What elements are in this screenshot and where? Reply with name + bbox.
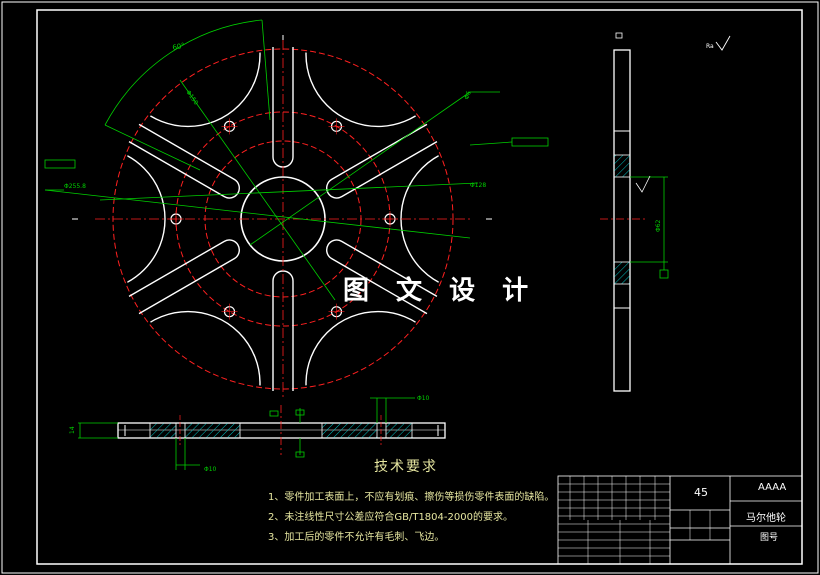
datum-marker-top-a (269, 410, 279, 417)
side-outline (613, 49, 631, 392)
drawing-number-label: 图号 (760, 533, 779, 543)
side-top-marker (615, 32, 623, 39)
dim-diag-top (179, 79, 336, 301)
locking-arc (305, 51, 451, 128)
requirement-item: 2、未注线性尺寸公差应符合GB/T1804-2000的要求。 (268, 512, 513, 523)
hatch-region-3 (321, 422, 378, 439)
dim-line-left (44, 189, 471, 239)
datum-box-right (511, 137, 549, 147)
locking-arc (115, 51, 261, 128)
drawing-code: AAAA (758, 482, 787, 493)
dia-left-label: Φ255.8 (64, 183, 86, 190)
requirement-item: 3、加工后的零件不允许有毛刺、飞边。 (268, 532, 445, 543)
side-datum-box (659, 269, 669, 279)
dia-bottom-right-label: Φ10 (417, 395, 430, 402)
part-name: 马尔他轮 (746, 513, 786, 524)
angle-ext-right (261, 19, 271, 121)
watermark-text: 图 文 设 计 (343, 276, 538, 306)
front-view: 60° Φ255.8 Φ128 Φ150 Φ6 (44, 19, 549, 400)
angle-label: 60° (172, 42, 186, 52)
radial-slot (128, 239, 240, 315)
datum-box-left (44, 159, 76, 169)
thickness-label: 14 (69, 426, 76, 434)
radial-slot (128, 123, 240, 199)
datum-leader-right (469, 141, 513, 146)
title-block-grid (558, 476, 711, 564)
dia-bottom-left-label: Φ10 (204, 466, 217, 473)
roughness-label: Ra (706, 43, 714, 50)
hatch-region-1 (149, 422, 177, 439)
roughness-symbol (715, 35, 731, 51)
side-roughness-symbol (635, 175, 651, 193)
angle-dimension-arc (104, 19, 263, 126)
material-value: 45 (694, 486, 708, 499)
hatch-region-2 (184, 422, 241, 439)
locking-arc (115, 146, 166, 292)
side-view: Φ62 Ra (600, 32, 731, 392)
requirement-item: 1、零件加工表面上，不应有划痕、擦伤等损伤零件表面的缺陷。 (268, 492, 555, 503)
side-hatch-bottom (613, 261, 631, 285)
technical-requirements-heading: 技术要求 (374, 459, 438, 475)
dia-side-label: Φ62 (655, 219, 662, 232)
dia-right-label: Φ128 (470, 182, 486, 189)
side-hatch-top (613, 154, 631, 178)
hatch-region-4 (385, 422, 413, 439)
